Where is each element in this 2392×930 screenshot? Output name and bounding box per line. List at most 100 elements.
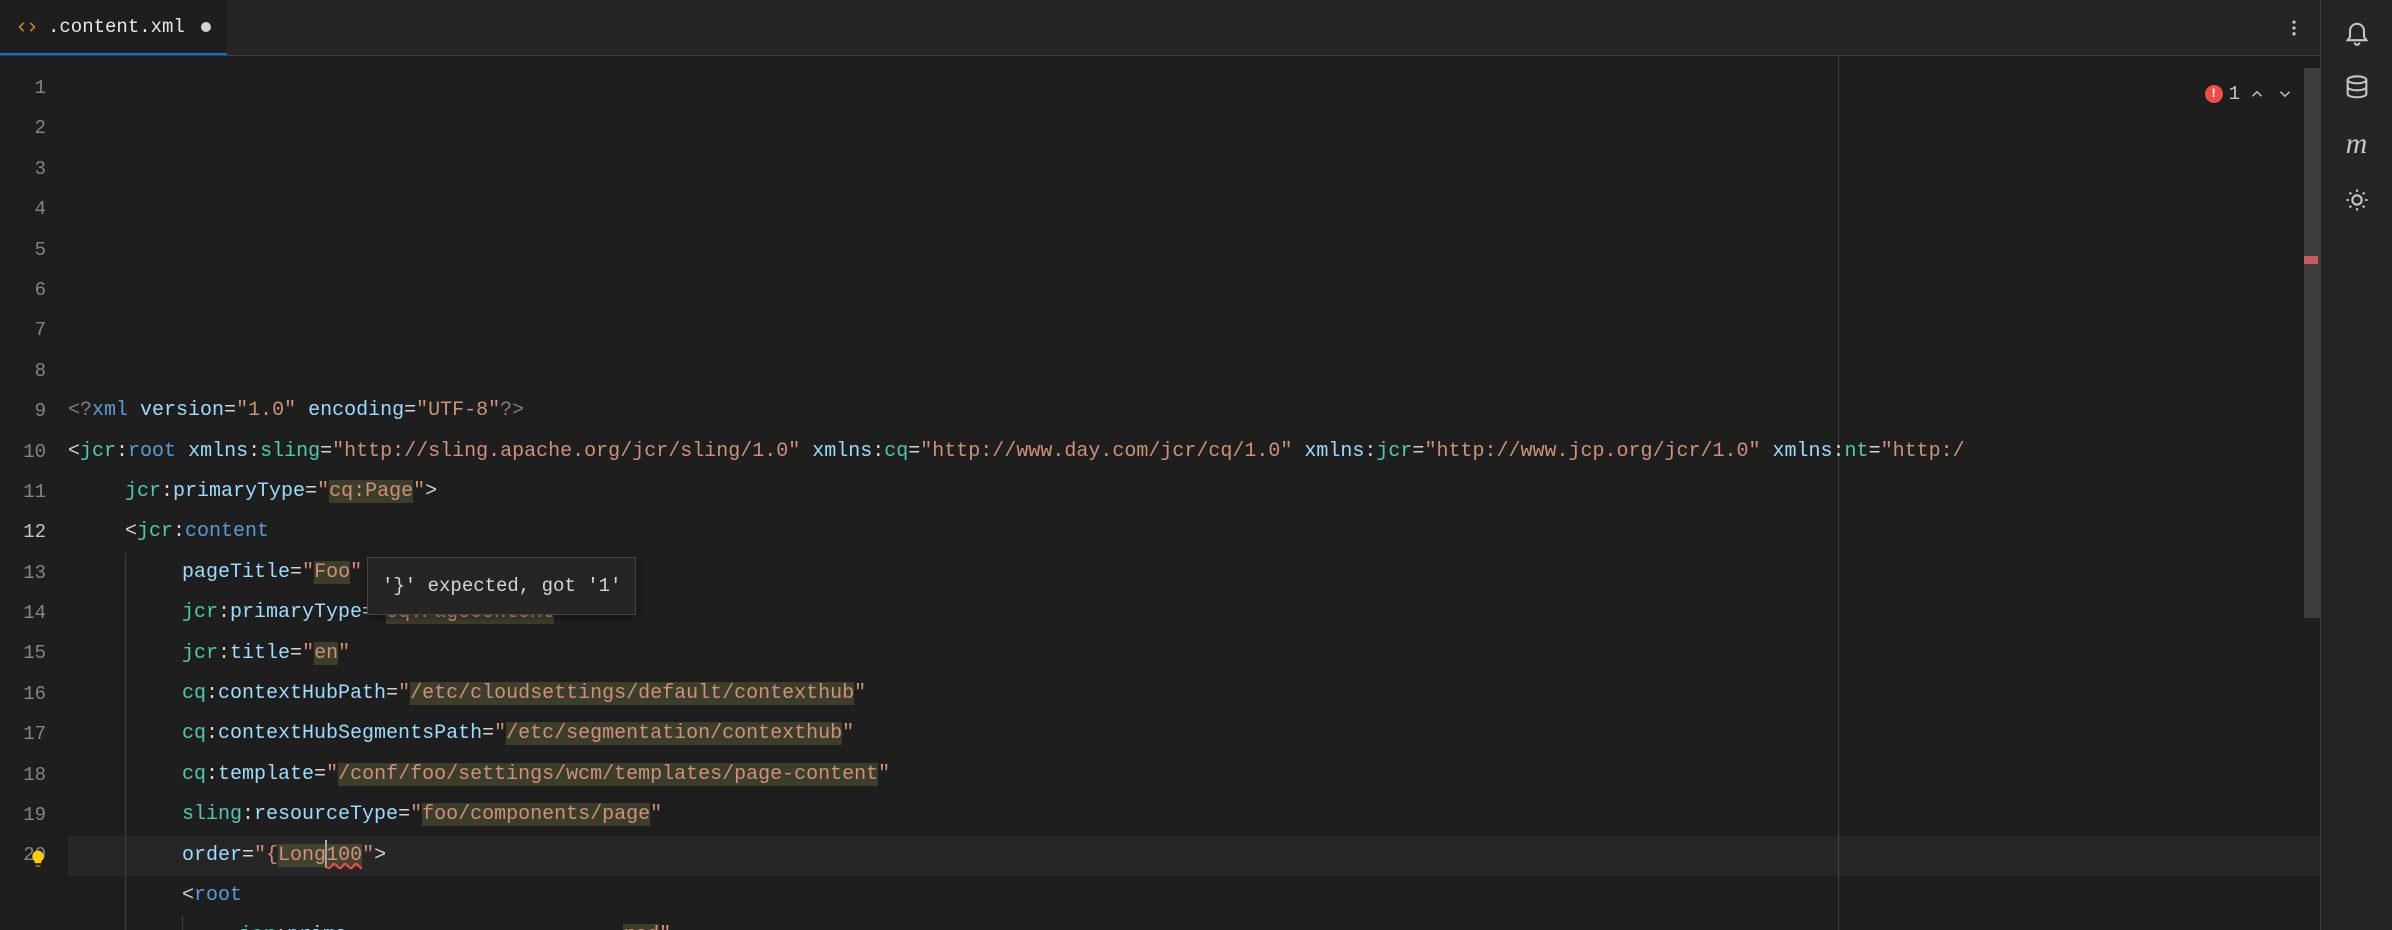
code-token: red bbox=[623, 924, 659, 930]
code-token: jcr bbox=[182, 642, 218, 665]
more-actions-button[interactable] bbox=[2278, 12, 2310, 44]
line-number: 17 bbox=[0, 714, 68, 754]
aem-icon[interactable] bbox=[2339, 182, 2375, 218]
code-token: : bbox=[1364, 440, 1376, 463]
code-token: > bbox=[425, 480, 437, 503]
code-token: : bbox=[218, 601, 230, 624]
code-token: resourceType bbox=[254, 803, 398, 826]
code-token: : bbox=[242, 803, 254, 826]
code-token: root bbox=[128, 440, 176, 463]
code-line[interactable]: <?xml version="1.0" encoding="UTF-8"?> bbox=[68, 391, 2320, 431]
code-token: " bbox=[317, 480, 329, 503]
code-token bbox=[296, 399, 308, 422]
line-number: 14 bbox=[0, 593, 68, 633]
code-token: < bbox=[182, 884, 194, 907]
lightbulb-icon[interactable] bbox=[28, 845, 50, 867]
code-token: = bbox=[908, 440, 920, 463]
code-token: : bbox=[116, 440, 128, 463]
code-token: "{ bbox=[254, 844, 278, 867]
next-problem-button[interactable] bbox=[2274, 83, 2296, 105]
code-token: " bbox=[413, 480, 425, 503]
line-number: 13 bbox=[0, 553, 68, 593]
line-number: 11 bbox=[0, 472, 68, 512]
line-number: 9 bbox=[0, 391, 68, 431]
code-token: /etc/segmentation/contexthub bbox=[506, 722, 842, 745]
code-token: : bbox=[1833, 440, 1845, 463]
code-token: sling bbox=[182, 803, 242, 826]
code-token bbox=[1292, 440, 1304, 463]
line-number: 1 bbox=[0, 68, 68, 108]
code-token: " bbox=[410, 803, 422, 826]
code-token: : bbox=[872, 440, 884, 463]
code-token: " bbox=[878, 763, 890, 786]
code-token: pageTitle bbox=[182, 561, 290, 584]
code-token: xml bbox=[92, 399, 140, 422]
code-line[interactable]: jcr:prima red" bbox=[68, 916, 2320, 930]
code-line[interactable]: <jcr:root xmlns:sling="http://sling.apac… bbox=[68, 432, 2320, 472]
code-token: cq bbox=[182, 722, 206, 745]
code-token: primaryType bbox=[230, 601, 362, 624]
code-token: jcr bbox=[1376, 440, 1412, 463]
code-editor[interactable]: 1234567891011121314151617181920 ! 1 <?xm… bbox=[0, 56, 2320, 930]
code-token: Foo bbox=[314, 561, 350, 584]
code-token: "1.0" bbox=[236, 399, 296, 422]
code-token: jcr bbox=[125, 480, 161, 503]
maven-icon[interactable]: m bbox=[2339, 126, 2375, 162]
code-token: = bbox=[290, 561, 302, 584]
code-token: "http://www.day.com/jcr/cq/1.0" bbox=[920, 440, 1292, 463]
code-body[interactable]: ! 1 <?xml version="1.0" encoding="UTF-8"… bbox=[68, 56, 2320, 930]
notifications-icon[interactable] bbox=[2339, 14, 2375, 50]
code-token: : bbox=[161, 480, 173, 503]
code-token: " bbox=[494, 722, 506, 745]
code-token: " bbox=[362, 844, 374, 867]
code-token: = bbox=[320, 440, 332, 463]
xml-file-icon bbox=[16, 16, 38, 38]
code-token: < bbox=[68, 440, 80, 463]
code-token: = bbox=[290, 642, 302, 665]
code-line[interactable]: <jcr:content bbox=[68, 512, 2320, 552]
code-line[interactable]: <root bbox=[68, 876, 2320, 916]
code-line[interactable]: jcr:title="en" bbox=[68, 634, 2320, 674]
code-token: version bbox=[140, 399, 224, 422]
code-line[interactable]: cq:contextHubSegmentsPath="/etc/segmenta… bbox=[68, 714, 2320, 754]
error-hover-tooltip: '}' expected, got '1' bbox=[367, 557, 636, 615]
line-number: 3 bbox=[0, 149, 68, 189]
code-token: jcr bbox=[137, 520, 173, 543]
code-token: <? bbox=[68, 399, 92, 422]
code-token: content bbox=[185, 520, 269, 543]
error-icon: ! bbox=[2205, 85, 2223, 103]
code-token: ?> bbox=[500, 399, 524, 422]
code-token: " bbox=[350, 561, 362, 584]
code-line[interactable]: jcr:primaryType="cq:Page"> bbox=[68, 472, 2320, 512]
line-number: 19 bbox=[0, 795, 68, 835]
code-token: : bbox=[218, 642, 230, 665]
code-token: = bbox=[314, 763, 326, 786]
code-token: " bbox=[854, 682, 866, 705]
code-token: : bbox=[206, 763, 218, 786]
editor-tab-content-xml[interactable]: .content.xml bbox=[0, 0, 227, 55]
code-token: cq bbox=[182, 763, 206, 786]
code-line[interactable]: order="{Long100"> bbox=[68, 836, 2320, 876]
code-token: = bbox=[1412, 440, 1424, 463]
editor-area: .content.xml 123456789101112131415161718… bbox=[0, 0, 2320, 930]
code-token: " bbox=[302, 642, 314, 665]
code-token: " bbox=[650, 803, 662, 826]
code-line[interactable]: cq:template="/conf/foo/settings/wcm/temp… bbox=[68, 755, 2320, 795]
code-line[interactable]: sling:resourceType="foo/components/page" bbox=[68, 795, 2320, 835]
code-token: contextHubPath bbox=[218, 682, 386, 705]
code-line[interactable]: cq:contextHubPath="/etc/cloudsettings/de… bbox=[68, 674, 2320, 714]
tab-bar: .content.xml bbox=[0, 0, 2320, 56]
code-token: "http://sling.apache.org/jcr/sling/1.0" bbox=[332, 440, 800, 463]
code-token: = bbox=[242, 844, 254, 867]
prev-problem-button[interactable] bbox=[2246, 83, 2268, 105]
database-icon[interactable] bbox=[2339, 70, 2375, 106]
code-token: "http:/ bbox=[1881, 440, 1965, 463]
line-number-gutter: 1234567891011121314151617181920 bbox=[0, 56, 68, 930]
code-token: > bbox=[374, 844, 386, 867]
code-token: " bbox=[326, 763, 338, 786]
code-token: = bbox=[1869, 440, 1881, 463]
code-token: "UTF-8" bbox=[416, 399, 500, 422]
code-token: 100 bbox=[326, 844, 362, 867]
line-number: 12 bbox=[0, 512, 68, 552]
code-token: "http://www.jcp.org/jcr/1.0" bbox=[1424, 440, 1760, 463]
